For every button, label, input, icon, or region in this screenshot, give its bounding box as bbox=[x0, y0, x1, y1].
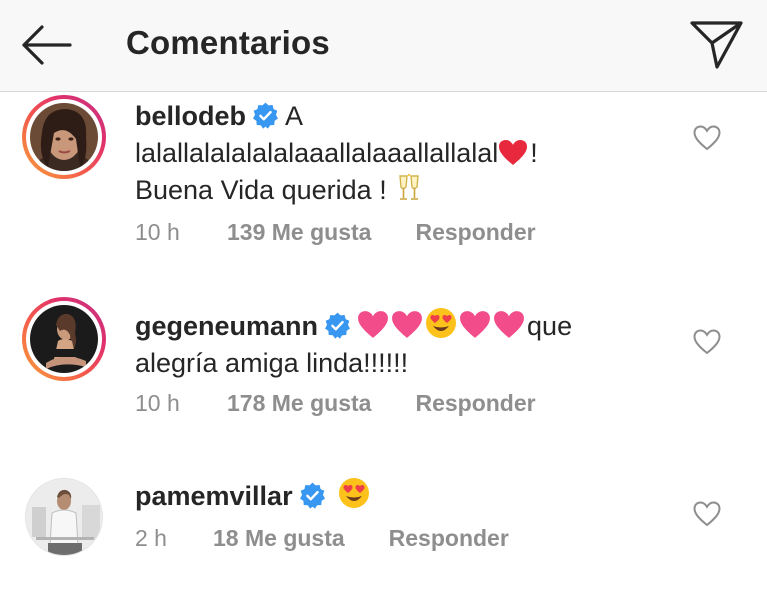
comment-likes[interactable]: 178 Me gusta bbox=[227, 390, 371, 417]
avatar-photo bbox=[30, 103, 98, 171]
like-comment-button[interactable] bbox=[692, 124, 722, 152]
heart-eyes-emoji-icon bbox=[338, 478, 369, 508]
comment-body: bellodeb A lalallalalalalalaaallalaaallal… bbox=[135, 98, 655, 209]
avatar-border bbox=[26, 99, 102, 175]
verified-badge-icon bbox=[253, 102, 279, 129]
comment-text-line2-end: ! bbox=[530, 138, 538, 168]
clinking-glasses-icon bbox=[399, 173, 419, 200]
comment-text-line2: alegría amiga linda!!!!!! bbox=[135, 348, 409, 378]
comment-time: 2 h bbox=[135, 525, 167, 551]
reply-button[interactable]: Responder bbox=[415, 390, 535, 417]
avatar-border bbox=[26, 301, 102, 377]
comment-text-line2: lalallalalalalalaaallalaaallallalal bbox=[135, 138, 499, 168]
paper-plane-icon bbox=[690, 21, 743, 69]
pink-heart-icon bbox=[358, 311, 388, 338]
comment-body: gegeneumann que alegría amiga linda!!!!!! bbox=[135, 307, 695, 382]
comment-username[interactable]: pamemvillar bbox=[135, 481, 293, 511]
comment-text-line1: A bbox=[285, 101, 304, 131]
page-title: Comentarios bbox=[126, 24, 330, 61]
comment-time: 10 h bbox=[135, 219, 180, 245]
avatar[interactable] bbox=[22, 95, 106, 179]
heart-outline-icon bbox=[693, 125, 721, 151]
pink-heart-icon bbox=[494, 311, 524, 338]
back-button[interactable] bbox=[18, 22, 74, 68]
avatar-photo bbox=[30, 305, 98, 373]
verified-badge-icon bbox=[299, 482, 325, 509]
verified-badge-icon bbox=[325, 312, 351, 339]
comment-meta: 10 h 178 Me gusta Responder bbox=[135, 390, 536, 417]
comment-meta: 2 h 18 Me gusta Responder bbox=[135, 525, 509, 552]
avatar-photo bbox=[26, 479, 102, 555]
heart-outline-icon bbox=[693, 329, 721, 355]
reply-button[interactable]: Responder bbox=[389, 525, 509, 552]
like-comment-button[interactable] bbox=[692, 500, 722, 528]
comment-username[interactable]: bellodeb bbox=[135, 101, 246, 131]
comment-body: pamemvillar bbox=[135, 477, 655, 515]
comment-time: 10 h bbox=[135, 390, 180, 416]
comment-text-line1: que bbox=[527, 311, 573, 341]
comment-likes[interactable]: 18 Me gusta bbox=[213, 525, 345, 552]
avatar[interactable] bbox=[22, 297, 106, 381]
avatar[interactable] bbox=[25, 478, 103, 556]
pink-heart-icon bbox=[392, 311, 422, 338]
red-heart-icon bbox=[499, 140, 528, 165]
share-button[interactable] bbox=[688, 16, 746, 72]
comment-item: bellodeb A lalallalalalalalaaallalaaallal… bbox=[0, 92, 767, 262]
top-bar: Comentarios bbox=[0, 0, 767, 92]
comment-likes[interactable]: 139 Me gusta bbox=[227, 219, 371, 246]
comment-item: gegeneumann que alegría amiga linda!!!!!!… bbox=[0, 297, 767, 437]
comment-text-line3: Buena Vida querida ! bbox=[135, 175, 387, 205]
heart-outline-icon bbox=[693, 501, 721, 527]
reply-button[interactable]: Responder bbox=[415, 219, 535, 246]
heart-eyes-emoji-icon bbox=[426, 308, 457, 338]
pink-heart-icon bbox=[460, 311, 490, 338]
comment-meta: 10 h 139 Me gusta Responder bbox=[135, 219, 536, 246]
arrow-left-icon bbox=[22, 25, 72, 65]
like-comment-button[interactable] bbox=[692, 328, 722, 356]
comment-item: pamemvillar 2 h 18 Me gusta Responder bbox=[0, 475, 767, 585]
comment-username[interactable]: gegeneumann bbox=[135, 311, 318, 341]
